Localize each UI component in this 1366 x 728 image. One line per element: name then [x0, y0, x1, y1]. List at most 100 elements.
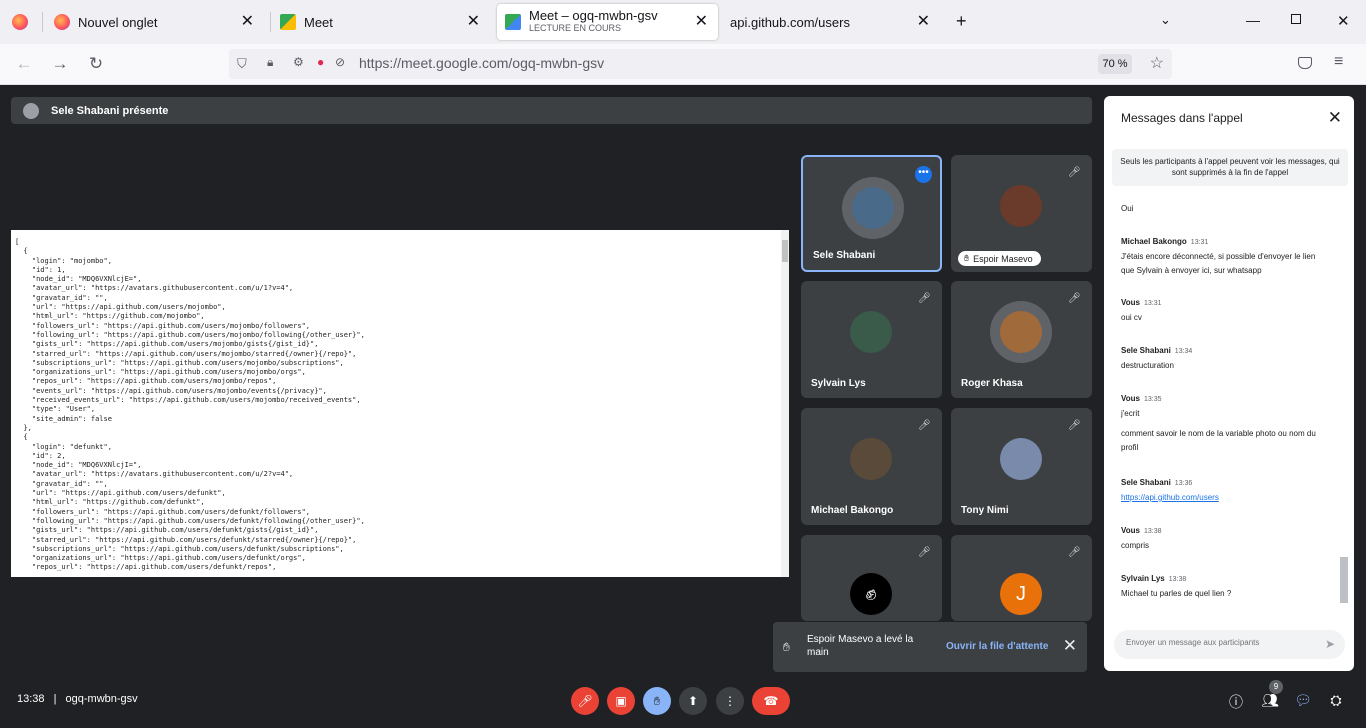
chat-scrollbar[interactable]: [1338, 201, 1350, 616]
tab-close-icon[interactable]: ✕: [695, 13, 708, 31]
presenter-label: Sele Shabani présente: [51, 104, 169, 117]
tab-meet-active[interactable]: Meet – ogq-mwbn-gsv LECTURE EN COURS ✕: [497, 4, 718, 40]
close-icon[interactable]: ✕: [1328, 108, 1342, 128]
mic-muted-icon: 🎤︎: [1068, 293, 1081, 304]
participant-tile[interactable]: ••• Sele Shabani: [801, 155, 942, 272]
shared-json: [ { "login": "mojombo", "id": 1, "node_i…: [15, 238, 365, 572]
end-call-button[interactable]: ☎: [752, 687, 790, 715]
message-text: Michael tu parles de quel lien ?: [1121, 589, 1232, 598]
participant-tile[interactable]: 🎤︎ ✋︎ Espoir Masevo: [951, 155, 1092, 272]
hand-raised-chip: ✋︎ Espoir Masevo: [958, 251, 1041, 266]
nav-bar: ← → ↻ ⛉ 🔒︎ ⚙ ● ⊘ https://meet.google.com…: [0, 44, 1366, 85]
tab-meet[interactable]: Meet ✕: [280, 0, 490, 44]
message-time: 13:38: [1168, 576, 1187, 583]
tab-bar: Nouvel onglet ✕ Meet ✕ Meet – ogq-mwbn-g…: [0, 0, 1366, 44]
message-author: Sele Shabani: [1121, 346, 1171, 355]
message-time: 13:31: [1190, 239, 1209, 246]
avatar: [1000, 185, 1042, 227]
camera-off-button[interactable]: ▣: [607, 687, 635, 715]
participant-name: Roger Khasa: [961, 378, 1023, 389]
chat-input-box[interactable]: ➤: [1114, 630, 1345, 659]
message-text: comment savoir le nom de la variable pho…: [1121, 429, 1316, 452]
chat-input[interactable]: [1126, 638, 1306, 647]
message-text: Oui: [1121, 204, 1134, 213]
participant-tile[interactable]: 🎤︎ Tony Nimi: [951, 408, 1092, 525]
window-close-icon[interactable]: ✕: [1337, 12, 1350, 30]
tab-new[interactable]: Nouvel onglet ✕: [54, 0, 264, 44]
url-bar[interactable]: ⛉ 🔒︎ ⚙ ● ⊘ https://meet.google.com/ogq-m…: [229, 49, 1172, 79]
message-author: Vous: [1121, 526, 1140, 535]
forward-icon[interactable]: →: [48, 52, 72, 76]
info-separator: |: [53, 693, 57, 705]
permissions-icon[interactable]: ⚙: [293, 55, 304, 69]
chat-message: Michael Bakongo 13:31 J'étais encore déco…: [1121, 235, 1321, 278]
tab-meet-title: Meet: [304, 14, 333, 30]
lock-icon[interactable]: 🔒︎: [267, 55, 273, 70]
mic-icon[interactable]: ●: [317, 55, 324, 69]
bookmark-star-icon[interactable]: ☆: [1150, 53, 1164, 73]
activities-icon[interactable]: ⛭: [1327, 692, 1345, 710]
tab-close-icon[interactable]: ✕: [917, 13, 930, 31]
reload-icon[interactable]: ↻: [84, 52, 108, 76]
avatar: [1000, 438, 1042, 480]
restore-icon[interactable]: [1291, 14, 1301, 24]
fist-avatar: ✊︎: [850, 573, 892, 615]
mic-muted-icon: 🎤︎: [1068, 547, 1081, 558]
message-text: j'ecrit: [1121, 409, 1140, 418]
participant-tile[interactable]: 🎤︎ Michael Bakongo: [801, 408, 942, 525]
raise-hand-button[interactable]: ✋︎: [643, 687, 671, 715]
meet-main: Sele Shabani présente [ { "login": "mojo…: [0, 85, 1366, 728]
message-text: destructuration: [1121, 361, 1174, 370]
menu-icon[interactable]: ≡: [1334, 53, 1343, 71]
zoom-badge[interactable]: 70 %: [1098, 54, 1132, 74]
letter-avatar: J: [1000, 573, 1042, 615]
new-tab-button[interactable]: +: [956, 11, 967, 32]
chat-icon[interactable]: 💬︎: [1294, 692, 1312, 710]
avatar: [1000, 311, 1042, 353]
minimize-icon[interactable]: —: [1246, 12, 1260, 28]
chat-message: Vous 13:35 j'ecrit: [1121, 392, 1162, 421]
shared-scrollbar: [781, 230, 789, 577]
chat-messages: Oui Michael Bakongo 13:31 J'étais encore …: [1104, 192, 1342, 617]
mic-muted-icon: 🎤︎: [918, 547, 931, 558]
participant-name: Sele Shabani: [813, 250, 876, 261]
participant-name: Sylvain Lys: [811, 378, 866, 389]
list-tabs-icon[interactable]: ⌄: [1160, 12, 1171, 28]
tab-github[interactable]: api.github.com/users ✕: [730, 0, 940, 44]
participant-tile[interactable]: J 🎤︎: [951, 535, 1092, 621]
presenter-bar: Sele Shabani présente: [11, 97, 1092, 124]
open-queue-link[interactable]: Ouvrir la file d'attente: [946, 641, 1048, 652]
chat-title: Messages dans l'appel: [1121, 111, 1243, 125]
participant-name: Michael Bakongo: [811, 505, 894, 516]
participant-tile[interactable]: ✊︎ 🎤︎: [801, 535, 942, 621]
people-count-badge: 9: [1269, 680, 1283, 694]
message-author: Sele Shabani: [1121, 478, 1171, 487]
present-button[interactable]: ⬆: [679, 687, 707, 715]
tab-close-icon[interactable]: ✕: [241, 13, 254, 31]
back-icon[interactable]: ←: [12, 52, 36, 76]
hand-icon: ✋︎: [783, 640, 790, 654]
more-options-icon[interactable]: •••: [915, 166, 932, 183]
message-link[interactable]: https://api.github.com/users: [1121, 493, 1219, 502]
tab-close-icon[interactable]: ✕: [467, 13, 480, 31]
mic-muted-icon: 🎤︎: [918, 293, 931, 304]
camera-off-icon[interactable]: ⊘: [335, 55, 345, 69]
firefox-icon: [54, 14, 70, 30]
more-options-button[interactable]: ⋮: [716, 687, 744, 715]
meet-icon: [505, 14, 521, 30]
pocket-icon[interactable]: [1298, 57, 1312, 69]
participant-tile[interactable]: 🎤︎ Roger Khasa: [951, 281, 1092, 398]
message-author: Vous: [1121, 394, 1140, 403]
message-text: compris: [1121, 541, 1150, 550]
mic-off-button[interactable]: 🎤︎: [571, 687, 599, 715]
send-icon[interactable]: ➤: [1325, 637, 1335, 651]
participant-tile[interactable]: 🎤︎ Sylvain Lys: [801, 281, 942, 398]
close-icon[interactable]: ✕: [1063, 636, 1077, 656]
shield-icon[interactable]: ⛉: [237, 56, 247, 72]
people-icon[interactable]: 👥︎: [1261, 692, 1279, 710]
chip-name: Espoir Masevo: [973, 253, 1033, 264]
firefox-menu-icon[interactable]: [12, 14, 28, 30]
avatar: [852, 187, 894, 229]
url-text[interactable]: https://meet.google.com/ogq-mwbn-gsv: [359, 55, 604, 71]
info-icon[interactable]: ⓘ: [1227, 692, 1245, 710]
